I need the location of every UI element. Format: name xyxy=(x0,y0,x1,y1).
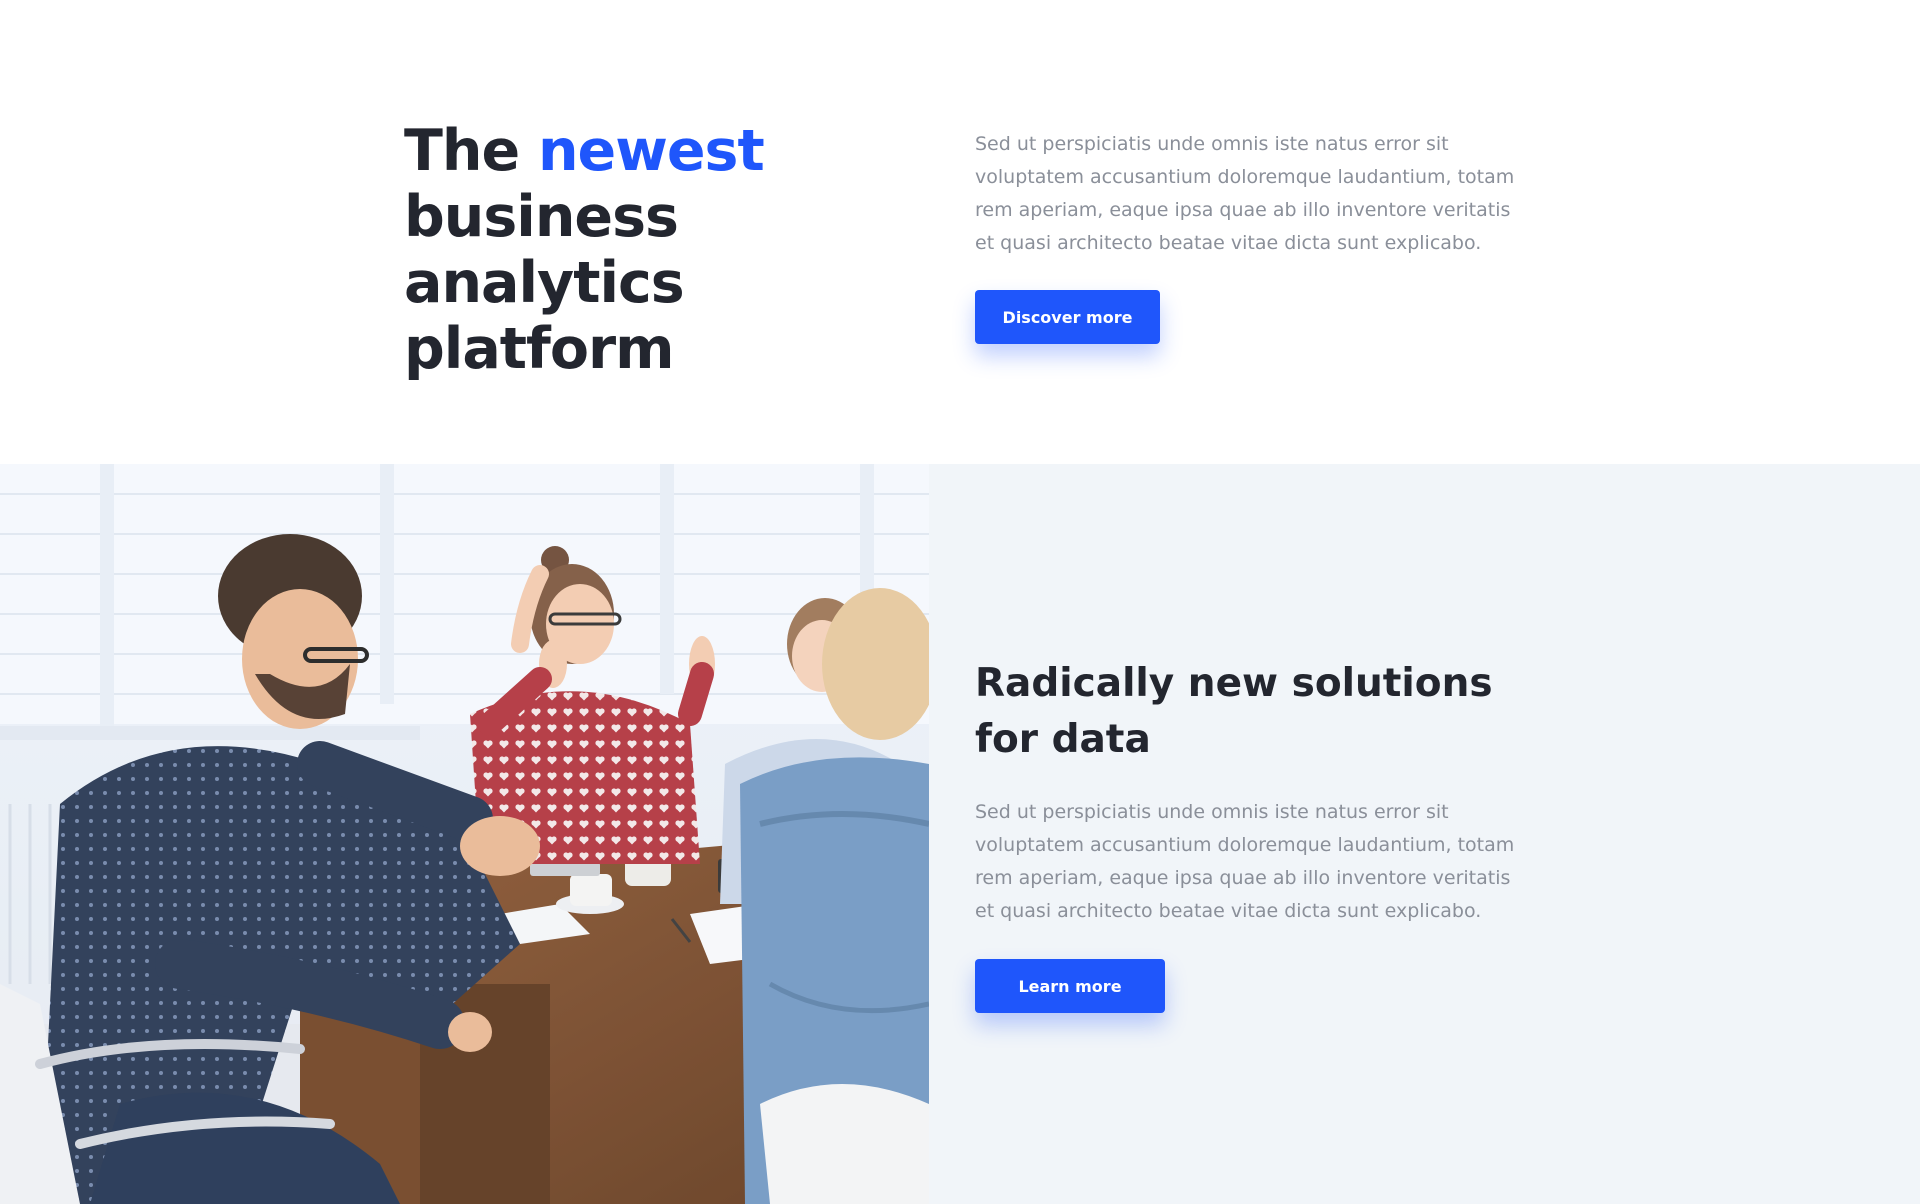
hero-title-rest: business analytics platform xyxy=(404,184,685,382)
hero-section: The newest business analytics platform Se… xyxy=(0,0,1920,464)
learn-more-button[interactable]: Learn more xyxy=(975,959,1165,1013)
feature-section: Radically new solutions for data Sed ut … xyxy=(0,464,1920,1204)
hero-title-prefix: The xyxy=(404,118,538,184)
page: The newest business analytics platform Se… xyxy=(0,0,1920,1204)
hero-title-accent: newest xyxy=(537,118,765,184)
discover-more-button[interactable]: Discover more xyxy=(975,290,1160,344)
team-meeting-photo xyxy=(0,464,929,1204)
hero-title: The newest business analytics platform xyxy=(404,118,944,382)
feature-description: Sed ut perspiciatis unde omnis iste natu… xyxy=(975,801,1515,922)
feature-title: Radically new solutions for data xyxy=(975,661,1493,762)
hero-description: Sed ut perspiciatis unde omnis iste natu… xyxy=(975,133,1515,254)
